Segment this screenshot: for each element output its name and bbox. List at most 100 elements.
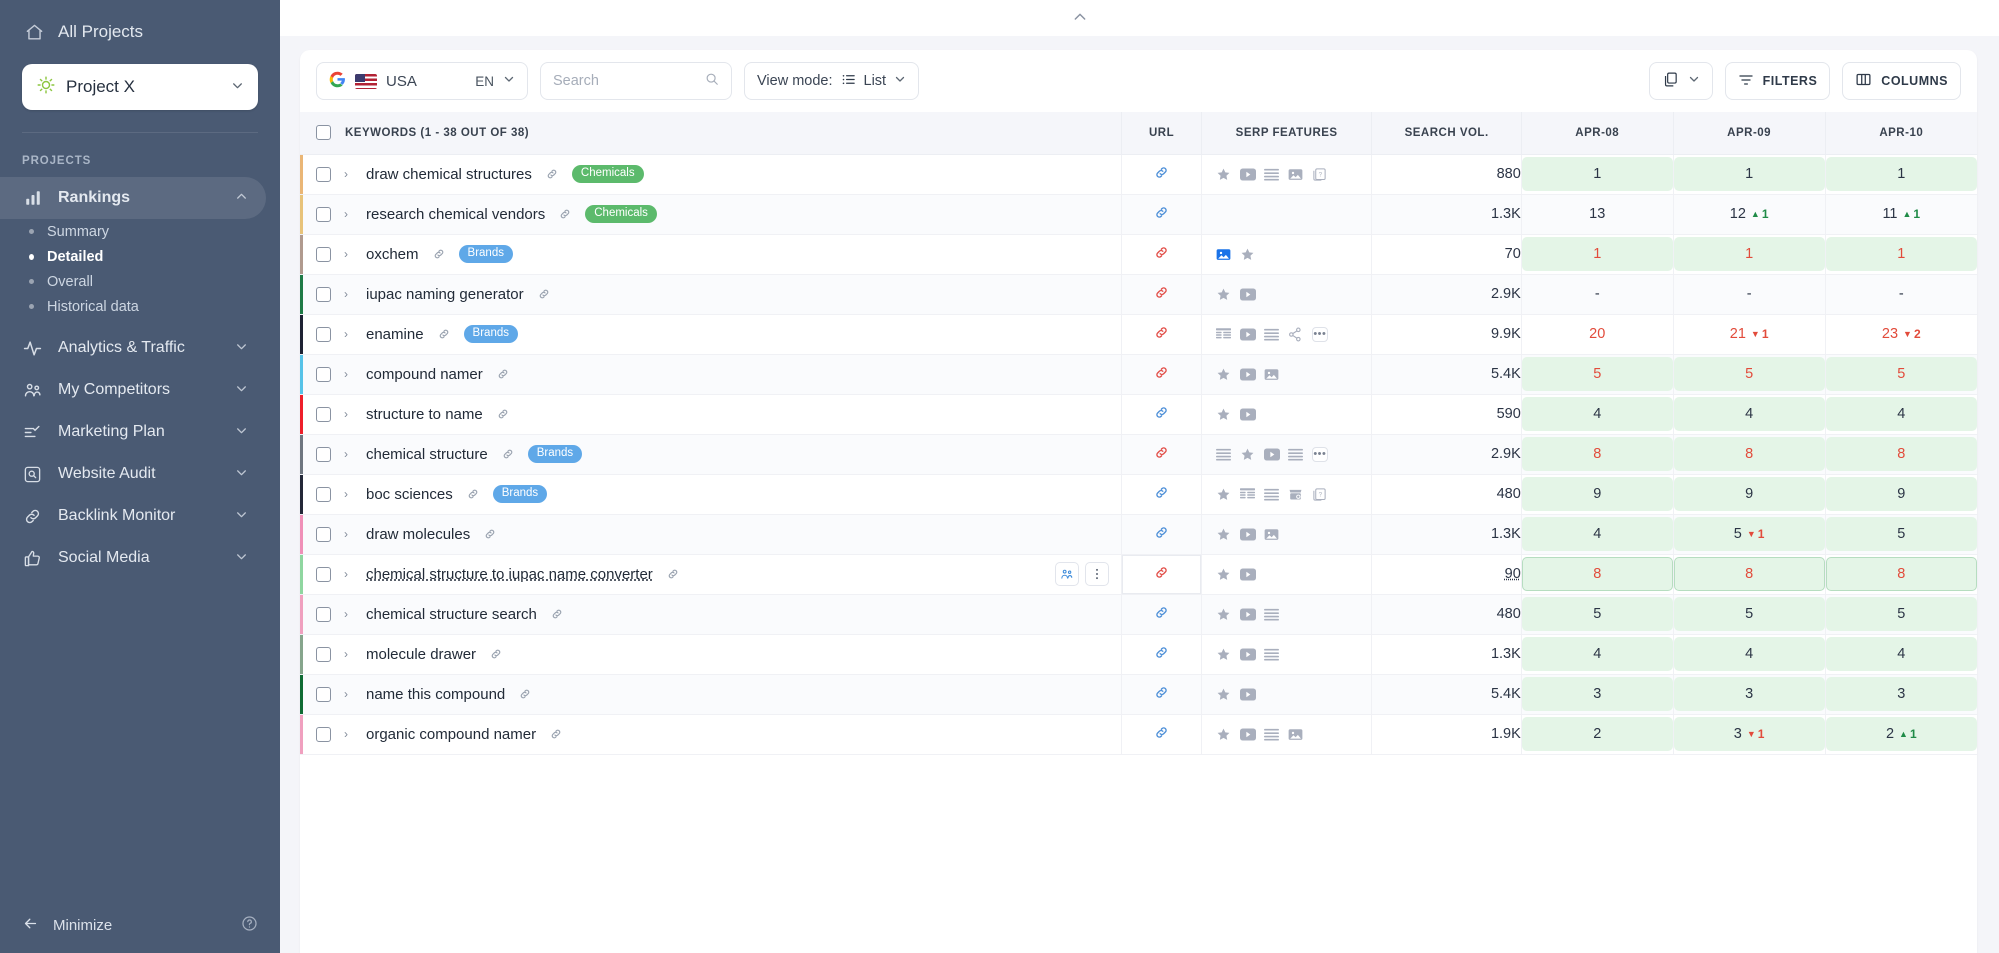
serp-feature-video-icon[interactable] — [1239, 286, 1256, 302]
serp-feature-table-icon[interactable] — [1216, 326, 1232, 342]
serp-feature-list-icon[interactable] — [1264, 326, 1280, 342]
sidebar-subitem-summary[interactable]: Summary — [0, 219, 280, 244]
rank-cell-1[interactable]: 9 — [1520, 474, 1674, 515]
serp-feature-video-icon[interactable] — [1239, 166, 1256, 182]
view-mode-selector[interactable]: View mode: List — [744, 62, 920, 100]
keyword-text[interactable]: draw chemical structures — [366, 166, 532, 183]
keyword-link-icon[interactable] — [666, 567, 680, 581]
col-header-date-apr-08[interactable]: APR-08 — [1520, 112, 1674, 155]
collapse-chevron-up-icon[interactable] — [1072, 9, 1088, 28]
sidebar-item-marketing-plan[interactable]: Marketing Plan — [0, 411, 266, 453]
rank-cell-3[interactable]: 11 ▲ 1 — [1824, 194, 1977, 235]
keyword-link-icon[interactable] — [489, 647, 503, 661]
url-link-icon[interactable] — [1153, 244, 1170, 261]
serp-feature-list-icon[interactable] — [1288, 446, 1304, 462]
row-checkbox[interactable] — [316, 526, 331, 542]
serp-feature-cards-icon[interactable]: ? — [1312, 486, 1328, 502]
serp-feature-star-icon[interactable] — [1216, 526, 1232, 542]
row-checkbox[interactable] — [316, 726, 331, 742]
keyword-link-icon[interactable] — [496, 367, 510, 381]
serp-feature-star-icon[interactable] — [1216, 606, 1232, 622]
serp-feature-video-icon[interactable] — [1239, 566, 1256, 582]
serp-feature-star-icon[interactable] — [1216, 366, 1232, 382]
rank-cell-2[interactable]: 12 ▲ 1 — [1672, 194, 1826, 235]
project-selector[interactable]: Project X — [22, 64, 258, 110]
question-circle-icon[interactable] — [241, 915, 258, 936]
sidebar-item-backlink-monitor[interactable]: Backlink Monitor — [0, 495, 266, 537]
rank-cell-2[interactable]: 5 — [1672, 594, 1826, 635]
url-link-icon[interactable] — [1153, 564, 1170, 581]
url-link-icon[interactable] — [1153, 444, 1170, 461]
keyword-text[interactable]: oxchem — [366, 246, 419, 263]
keyword-link-icon[interactable] — [483, 527, 497, 541]
keyword-link-icon[interactable] — [558, 207, 572, 221]
url-link-icon[interactable] — [1153, 204, 1170, 221]
serp-feature-star-icon[interactable] — [1216, 486, 1232, 502]
row-expand-icon[interactable]: › — [344, 447, 353, 461]
keyword-link-icon[interactable] — [545, 167, 559, 181]
keyword-tag[interactable]: Chemicals — [571, 165, 644, 183]
rank-cell-1[interactable]: 4 — [1520, 514, 1674, 555]
keyword-tag[interactable]: Brands — [492, 485, 548, 503]
keyword-tag[interactable]: Chemicals — [585, 205, 657, 223]
rank-cell-1[interactable]: 3 — [1520, 674, 1674, 715]
row-checkbox[interactable] — [316, 566, 331, 582]
rank-cell-1[interactable]: 4 — [1520, 634, 1674, 675]
table-row[interactable]: › chemical structure search 480 5 5 5 — [300, 594, 1977, 635]
col-header-date-apr-10[interactable]: APR-10 — [1824, 112, 1977, 155]
row-checkbox[interactable] — [316, 326, 331, 342]
serp-feature-shop-icon[interactable] — [1288, 486, 1304, 502]
serp-feature-image-icon[interactable] — [1264, 526, 1280, 542]
table-row[interactable]: › chemical structure to iupac name conver… — [300, 554, 1977, 595]
row-checkbox[interactable] — [316, 286, 331, 302]
keyword-text[interactable]: boc sciences — [366, 486, 453, 503]
serp-feature-video-icon[interactable] — [1239, 686, 1256, 702]
keyword-tag[interactable]: Brands — [463, 325, 518, 343]
rank-cell-3[interactable]: 4 — [1824, 634, 1977, 675]
table-row[interactable]: › oxchem Brands 70 1 1 1 — [300, 234, 1977, 275]
rank-cell-1[interactable]: 8 — [1520, 434, 1674, 475]
table-row[interactable]: › research chemical vendors Chemicals 1.3K 1… — [300, 194, 1977, 235]
serp-feature-image-blue-icon[interactable] — [1216, 246, 1232, 262]
serp-feature-video-icon[interactable] — [1239, 526, 1256, 542]
serp-feature-star-icon[interactable] — [1216, 406, 1232, 422]
serp-feature-video-icon[interactable] — [1239, 646, 1256, 662]
col-header-url[interactable]: URL — [1121, 112, 1202, 155]
rank-cell-2[interactable]: 21 ▼ 1 — [1672, 314, 1826, 355]
table-row[interactable]: › name this compound 5.4K 3 3 3 — [300, 674, 1977, 715]
serp-feature-table-icon[interactable] — [1240, 486, 1256, 502]
rank-cell-1[interactable]: 1 — [1520, 154, 1674, 195]
table-row[interactable]: › molecule drawer 1.3K 4 4 4 — [300, 634, 1977, 675]
serp-feature-star-icon[interactable] — [1216, 166, 1232, 182]
sidebar-item-social-media[interactable]: Social Media — [0, 537, 266, 579]
keyword-text[interactable]: molecule drawer — [366, 646, 476, 663]
sidebar-subitem-detailed[interactable]: Detailed — [0, 244, 280, 269]
url-link-icon[interactable] — [1153, 164, 1170, 181]
url-link-icon[interactable] — [1153, 524, 1170, 541]
keywords-table-scroll[interactable]: KEYWORDS (1 - 38 OUT OF 38) URL SERP FEA… — [300, 112, 1977, 953]
row-expand-icon[interactable]: › — [344, 607, 353, 621]
keyword-link-icon[interactable] — [537, 287, 551, 301]
row-checkbox[interactable] — [316, 166, 331, 182]
serp-feature-list-icon[interactable] — [1264, 646, 1280, 662]
rank-cell-3[interactable]: 23 ▼ 2 — [1824, 314, 1977, 355]
serp-feature-star-icon[interactable] — [1216, 286, 1232, 302]
rank-cell-2[interactable]: 4 — [1672, 634, 1826, 675]
row-expand-icon[interactable]: › — [344, 647, 353, 661]
table-row[interactable]: › iupac naming generator 2.9K - - - — [300, 274, 1977, 315]
row-checkbox[interactable] — [316, 606, 331, 622]
rank-cell-3[interactable]: 1 — [1824, 154, 1977, 195]
rank-cell-1[interactable]: 5 — [1520, 594, 1674, 635]
serp-feature-image-icon[interactable] — [1288, 726, 1304, 742]
row-checkbox[interactable] — [316, 686, 331, 702]
table-row[interactable]: › structure to name 590 4 4 4 — [300, 394, 1977, 435]
rank-cell-2[interactable]: 9 — [1672, 474, 1826, 515]
row-checkbox[interactable] — [316, 246, 331, 262]
rank-cell-3[interactable]: 9 — [1824, 474, 1977, 515]
rank-cell-3[interactable]: - — [1824, 274, 1977, 315]
serp-feature-video-icon[interactable] — [1263, 446, 1280, 462]
row-checkbox[interactable] — [316, 366, 331, 382]
row-expand-icon[interactable]: › — [344, 687, 353, 701]
row-expand-icon[interactable]: › — [344, 207, 353, 221]
sidebar-item-rankings[interactable]: Rankings — [0, 177, 266, 219]
